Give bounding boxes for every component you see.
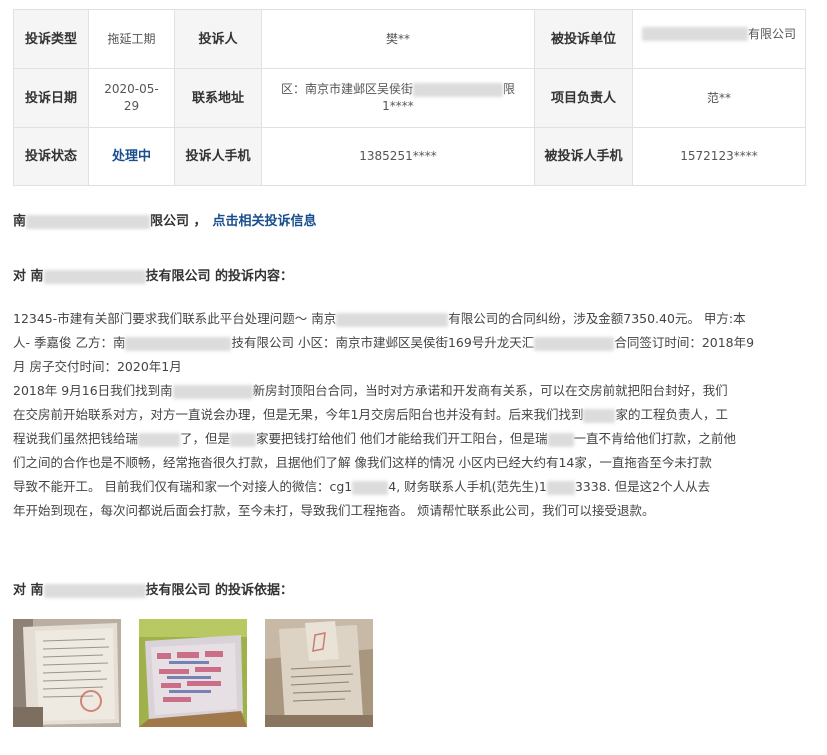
content-line: 2018年 9月16日我们找到南 新房封顶阳台合同，当时对方承诺和开发商有关系，可… xyxy=(13,379,810,403)
content-line: 程说我们虽然把钱给瑞 了，但是 家要把钱打给他们 他们才能给我们开工阳台，但是瑞 一直… xyxy=(13,427,810,451)
redacted-text xyxy=(583,408,616,423)
redacted-text xyxy=(26,214,151,229)
contact-address-label: 联系地址 xyxy=(174,68,262,128)
project-manager-value: 范** xyxy=(632,68,806,128)
contract-photo-icon xyxy=(139,619,247,727)
content-line: 12345-市建有关部门要求我们联系此平台处理问题～ 南京 有限公司的合同纠纷，涉… xyxy=(13,307,810,331)
evidence-photo-2[interactable] xyxy=(139,619,247,727)
company-suffix: 限公司 ， xyxy=(150,214,207,229)
respondent-phone-label: 被投诉人手机 xyxy=(534,127,633,186)
content-text: 技有限公司 小区：南京市建邺区吴侯街169号升龙天汇 xyxy=(231,335,535,350)
redacted-text xyxy=(637,43,801,47)
content-text: 导致不能开工。 目前我们仅有瑞和家一个对接人的微信：cg1 xyxy=(13,479,353,494)
content-line: 月 房子交付时间：2020年1月 xyxy=(13,355,810,379)
address-tail: 限 xyxy=(503,82,516,96)
redacted-text xyxy=(413,82,503,97)
receipt-photo-icon xyxy=(265,619,373,727)
contact-address-value: 区：南京市建邺区吴侯街 限 1**** xyxy=(261,68,535,128)
content-text: 家要把钱打给他们 他们才能给我们开工阳台，但是瑞 xyxy=(256,431,548,446)
respondent-company-suffix: 有限公司 xyxy=(747,26,796,41)
content-text: 们之间的合作也是不顺畅，经常拖沓很久打款，且据他们了解 像我们这样的情况 小区内… xyxy=(13,455,712,470)
related-complaints-link[interactable]: 点击相关投诉信息 xyxy=(213,214,317,229)
content-line: 年开始到现在，每次问都说后面会打款，至今未打，导致我们工程拖沓。 烦请帮忙联系此… xyxy=(13,499,810,523)
complaint-content: 12345-市建有关部门要求我们联系此平台处理问题～ 南京 有限公司的合同纠纷，涉… xyxy=(13,307,810,523)
complaint-basis-heading: 对 南 技有限公司 的投诉依据： xyxy=(13,579,293,598)
heading-prefix: 对 南 xyxy=(13,583,44,598)
content-text: 12345-市建有关部门要求我们联系此平台处理问题～ 南京 xyxy=(13,311,337,326)
respondent-company-label: 被投诉单位 xyxy=(534,9,633,69)
document-photo-icon xyxy=(13,619,121,727)
complaint-status-value: 处理中 xyxy=(88,127,175,186)
related-company-line: 南 限公司 ， 点击相关投诉信息 xyxy=(13,210,317,229)
complaint-date-value: 2020-05-29 xyxy=(88,68,175,128)
redacted-text xyxy=(336,312,449,327)
complaint-info-table: 投诉类型 拖延工期 投诉人 樊** 被投诉单位 有限公司 投诉日期 2020-0… xyxy=(13,9,806,186)
redacted-text xyxy=(125,336,232,351)
content-text: 一直不肯给他们打款，之前他 xyxy=(573,431,737,446)
complainant-phone-value: 1385251**** xyxy=(261,127,535,186)
respondent-phone-value: 1572123**** xyxy=(632,127,806,186)
complaint-type-value: 拖延工期 xyxy=(88,9,175,69)
content-text: 3338. 但是这2个人从去 xyxy=(574,479,711,494)
redacted-text xyxy=(534,336,615,351)
content-line: 们之间的合作也是不顺畅，经常拖沓很久打款，且据他们了解 像我们这样的情况 小区内… xyxy=(13,451,810,475)
complaint-status-label: 投诉状态 xyxy=(13,127,89,186)
redacted-text xyxy=(230,432,257,447)
company-prefix: 南 xyxy=(13,214,27,229)
redacted-text xyxy=(547,432,574,447)
content-line: 导致不能开工。 目前我们仅有瑞和家一个对接人的微信：cg1 4, 财务联系人手机(… xyxy=(13,475,810,499)
redacted-text xyxy=(172,384,253,399)
evidence-photo-1[interactable] xyxy=(13,619,121,727)
heading-suffix: 技有限公司 的投诉内容： xyxy=(145,269,294,284)
complaint-content-heading: 对 南 技有限公司 的投诉内容： xyxy=(13,265,293,284)
content-line: 人- 季嘉俊 乙方：南 技有限公司 小区：南京市建邺区吴侯街169号升龙天汇 合同签… xyxy=(13,331,810,355)
redacted-text xyxy=(546,480,575,495)
complaint-date-label: 投诉日期 xyxy=(13,68,89,128)
table-row: 投诉类型 拖延工期 投诉人 樊** 被投诉单位 有限公司 xyxy=(13,9,806,69)
content-text: 了，但是 xyxy=(180,431,231,446)
redacted-text xyxy=(43,583,146,598)
complainant-phone-label: 投诉人手机 xyxy=(174,127,262,186)
address-line2: 1**** xyxy=(382,99,414,113)
table-row: 投诉状态 处理中 投诉人手机 1385251**** 被投诉人手机 157212… xyxy=(13,127,806,186)
heading-prefix: 对 南 xyxy=(13,269,44,284)
complaint-type-label: 投诉类型 xyxy=(13,9,89,69)
redacted-text xyxy=(43,269,146,284)
redacted-text xyxy=(138,432,181,447)
redacted-text xyxy=(352,480,389,495)
content-text: 程说我们虽然把钱给瑞 xyxy=(13,431,139,446)
content-text: 有限公司的合同纠纷，涉及金额7350.40元。 甲方:本 xyxy=(448,311,746,326)
heading-suffix: 技有限公司 的投诉依据： xyxy=(145,583,294,598)
content-text: 年开始到现在，每次问都说后面会打款，至今未打，导致我们工程拖沓。 烦请帮忙联系此… xyxy=(13,503,655,518)
table-row: 投诉日期 2020-05-29 联系地址 区：南京市建邺区吴侯街限 1**** … xyxy=(13,68,806,128)
content-text: 月 房子交付时间：2020年1月 xyxy=(13,359,182,374)
content-line: 在交房前开始联系对方，对方一直说会办理，但是无果，今年1月交房后阳台也并没有封。… xyxy=(13,403,810,427)
redacted-text xyxy=(641,27,748,41)
content-text: 在交房前开始联系对方，对方一直说会办理，但是无果，今年1月交房后阳台也并没有封。… xyxy=(13,407,584,422)
complainant-label: 投诉人 xyxy=(174,9,262,69)
content-text: 家的工程负责人，工 xyxy=(615,407,728,422)
content-text: 人- 季嘉俊 乙方：南 xyxy=(13,335,126,350)
content-text: 新房封顶阳台合同，当时对方承诺和开发商有关系，可以在交房前就把阳台封好，我们 xyxy=(252,383,728,398)
address-prefix: 区：南京市建邺区吴侯街 xyxy=(280,82,413,96)
project-manager-label: 项目负责人 xyxy=(534,68,633,128)
content-text: 2018年 9月16日我们找到南 xyxy=(13,383,173,398)
respondent-company-value: 有限公司 xyxy=(632,9,806,69)
complainant-value: 樊** xyxy=(261,9,535,69)
evidence-photo-3[interactable] xyxy=(265,619,373,727)
content-text: 合同签订时间：2018年9 xyxy=(614,335,755,350)
content-text: 4, 财务联系人手机(范先生)1 xyxy=(388,479,547,494)
